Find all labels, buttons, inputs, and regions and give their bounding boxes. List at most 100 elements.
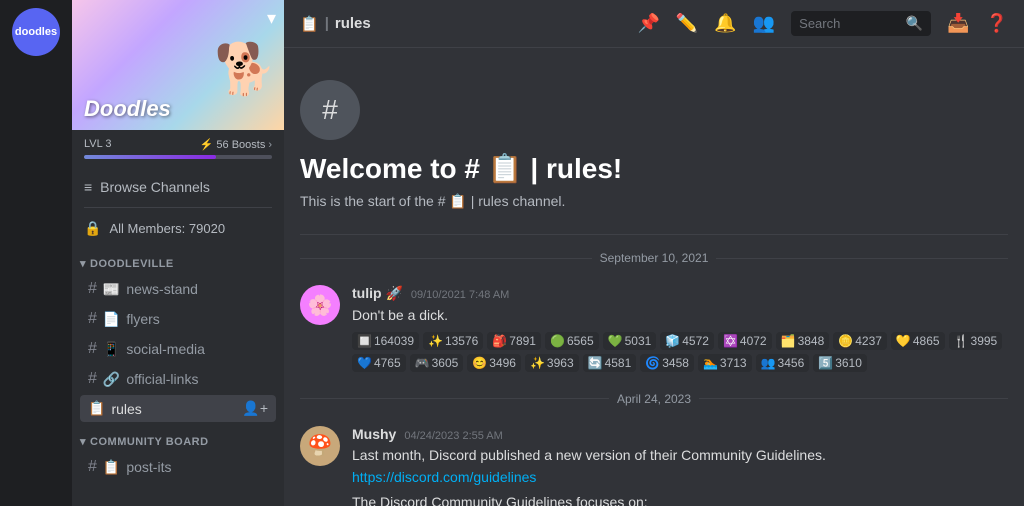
- emoji-item[interactable]: 🏊3713: [698, 354, 752, 372]
- emoji-item[interactable]: ✡️4072: [718, 332, 772, 350]
- channel-emoji: 📰: [103, 281, 120, 298]
- server-banner-title: Doodles: [84, 96, 171, 122]
- level-progress-bar: [84, 155, 272, 159]
- message-author-tulip: tulip 🚀: [352, 285, 403, 302]
- emoji-item[interactable]: 🟢6565: [545, 332, 599, 350]
- hash-icon: #: [88, 310, 97, 328]
- channel-emoji: 🔗: [103, 371, 120, 388]
- date-divider-sep2021: September 10, 2021: [300, 251, 1008, 265]
- search-label: Search: [799, 16, 900, 31]
- message-paragraph: The Discord Community Guidelines focuses…: [352, 493, 1008, 506]
- channel-emoji: 📄: [103, 311, 120, 328]
- channel-title-icon: 📋: [300, 15, 319, 33]
- emoji-item[interactable]: ✨13576: [423, 332, 483, 350]
- pin-icon[interactable]: 📌: [637, 13, 659, 34]
- browse-channels-icon: ≡: [84, 179, 92, 195]
- search-icon: 🔍: [906, 15, 923, 32]
- server-icon[interactable]: doodles: [12, 8, 60, 56]
- channel-flyers[interactable]: # 📄 flyers: [80, 305, 276, 333]
- browse-channels-label: Browse Channels: [100, 179, 210, 195]
- server-banner[interactable]: Doodles ▾ 🐕: [72, 0, 284, 130]
- emoji-item[interactable]: 🔄4581: [583, 354, 637, 372]
- channel-name-label: official-links: [126, 371, 198, 387]
- bell-icon[interactable]: 🔔: [714, 13, 736, 34]
- emoji-item[interactable]: ✨3963: [525, 354, 579, 372]
- channel-rules[interactable]: 📋 rules 👤+: [80, 395, 276, 422]
- server-icon-label: doodles: [15, 26, 57, 38]
- messages-area: # Welcome to # 📋 | rules! This is the st…: [284, 48, 1024, 506]
- message-header-mushy: Mushy 04/24/2023 2:55 AM: [352, 426, 1008, 442]
- channel-post-its[interactable]: # 📋 post-its: [80, 453, 276, 481]
- category-label: DOODLEVILLE: [90, 258, 174, 270]
- level-bar-container: LVL 3 ⚡ 56 Boosts ›: [72, 130, 284, 167]
- emoji-item[interactable]: 🪙4237: [833, 332, 887, 350]
- emoji-item[interactable]: 💙4765: [352, 354, 406, 372]
- server-mascot: 🐕: [214, 40, 274, 130]
- category-chevron: ▾: [80, 435, 86, 448]
- channel-welcome: # Welcome to # 📋 | rules! This is the st…: [300, 64, 1008, 235]
- top-bar-actions: 📌 ✏️ 🔔 👥 Search 🔍 📥 ❓: [637, 11, 1008, 36]
- channel-title-name: rules: [335, 15, 371, 32]
- main-content: 📋 | rules 📌 ✏️ 🔔 👥 Search 🔍 📥 ❓ # Welcom…: [284, 0, 1024, 506]
- all-members-label: All Members: 79020: [109, 221, 225, 236]
- rules-channel-icon: 📋: [88, 400, 105, 417]
- message-content-tulip: tulip 🚀 09/10/2021 7:48 AM Don't be a di…: [352, 285, 1008, 372]
- emoji-item[interactable]: 😊3496: [467, 354, 521, 372]
- message-author-mushy: Mushy: [352, 426, 396, 442]
- emoji-item[interactable]: 👥3456: [756, 354, 810, 372]
- level-info: LVL 3 ⚡ 56 Boosts ›: [84, 138, 272, 151]
- emoji-item[interactable]: 🧊4572: [660, 332, 714, 350]
- emoji-item[interactable]: 🔲164039: [352, 332, 419, 350]
- channel-official-links[interactable]: # 🔗 official-links: [80, 365, 276, 393]
- channel-welcome-title: Welcome to # 📋 | rules!: [300, 152, 1008, 185]
- message-time-tulip: 09/10/2021 7:48 AM: [411, 289, 509, 301]
- category-community-board[interactable]: ▾ COMMUNITY BOARD: [72, 423, 284, 452]
- message-link-container: https://discord.com/guidelines: [352, 469, 1008, 485]
- author-badge: 🚀: [385, 285, 402, 301]
- add-member-icon[interactable]: 👤+: [242, 400, 268, 417]
- boost-label: ⚡ 56 Boosts ›: [200, 138, 272, 151]
- emoji-reactions-tulip: 🔲164039 ✨13576 🎒7891 🟢6565 💚5031 🧊4572 ✡…: [352, 332, 1008, 372]
- inbox-icon[interactable]: 📥: [947, 13, 969, 34]
- category-doodleville[interactable]: ▾ DOODLEVILLE: [72, 245, 284, 274]
- edit-icon[interactable]: ✏️: [676, 13, 698, 34]
- help-icon[interactable]: ❓: [986, 13, 1008, 34]
- message-header-tulip: tulip 🚀 09/10/2021 7:48 AM: [352, 285, 1008, 302]
- message-mushy: 🍄 Mushy 04/24/2023 2:55 AM Last month, D…: [300, 422, 1008, 506]
- all-members-button[interactable]: 🔒 All Members: 79020: [72, 212, 284, 245]
- channel-name-label: rules: [111, 401, 141, 417]
- category-chevron: ▾: [80, 257, 86, 270]
- guidelines-link[interactable]: https://discord.com/guidelines: [352, 469, 536, 485]
- hash-icon: #: [88, 370, 97, 388]
- browse-channels-button[interactable]: ≡ Browse Channels: [72, 171, 284, 203]
- channel-name-label: post-its: [126, 459, 171, 475]
- members-icon[interactable]: 👥: [753, 13, 775, 34]
- category-label: COMMUNITY BOARD: [90, 436, 209, 448]
- hash-icon: #: [88, 340, 97, 358]
- message-time-mushy: 04/24/2023 2:55 AM: [404, 430, 502, 442]
- emoji-item[interactable]: 🎮3605: [410, 354, 464, 372]
- emoji-item[interactable]: 🗂️3848: [776, 332, 830, 350]
- hash-icon: #: [88, 458, 97, 476]
- emoji-item[interactable]: 🍴3995: [949, 332, 1003, 350]
- avatar-tulip[interactable]: 🌸: [300, 285, 340, 325]
- message-text-tulip: Don't be a dick.: [352, 306, 1008, 326]
- channel-separator: |: [325, 15, 329, 32]
- emoji-item[interactable]: 🌀3458: [640, 354, 694, 372]
- channel-welcome-desc: This is the start of the # 📋 | rules cha…: [300, 193, 1008, 210]
- emoji-item[interactable]: 💛4865: [891, 332, 945, 350]
- emoji-item[interactable]: 💚5031: [603, 332, 657, 350]
- message-paragraph-text: The Discord Community Guidelines focuses…: [352, 493, 1008, 506]
- server-dropdown-arrow[interactable]: ▾: [267, 8, 276, 29]
- hash-icon: #: [88, 280, 97, 298]
- date-divider-label: April 24, 2023: [617, 392, 691, 406]
- server-list: doodles: [0, 0, 72, 506]
- date-divider-apr2023: April 24, 2023: [300, 392, 1008, 406]
- channel-social-media[interactable]: # 📱 social-media: [80, 335, 276, 363]
- emoji-item[interactable]: 🎒7891: [487, 332, 541, 350]
- emoji-item[interactable]: 5️⃣3610: [813, 354, 867, 372]
- avatar-mushy[interactable]: 🍄: [300, 426, 340, 466]
- channel-hash-circle: #: [300, 80, 360, 140]
- search-bar[interactable]: Search 🔍: [791, 11, 931, 36]
- channel-news-stand[interactable]: # 📰 news-stand: [80, 275, 276, 303]
